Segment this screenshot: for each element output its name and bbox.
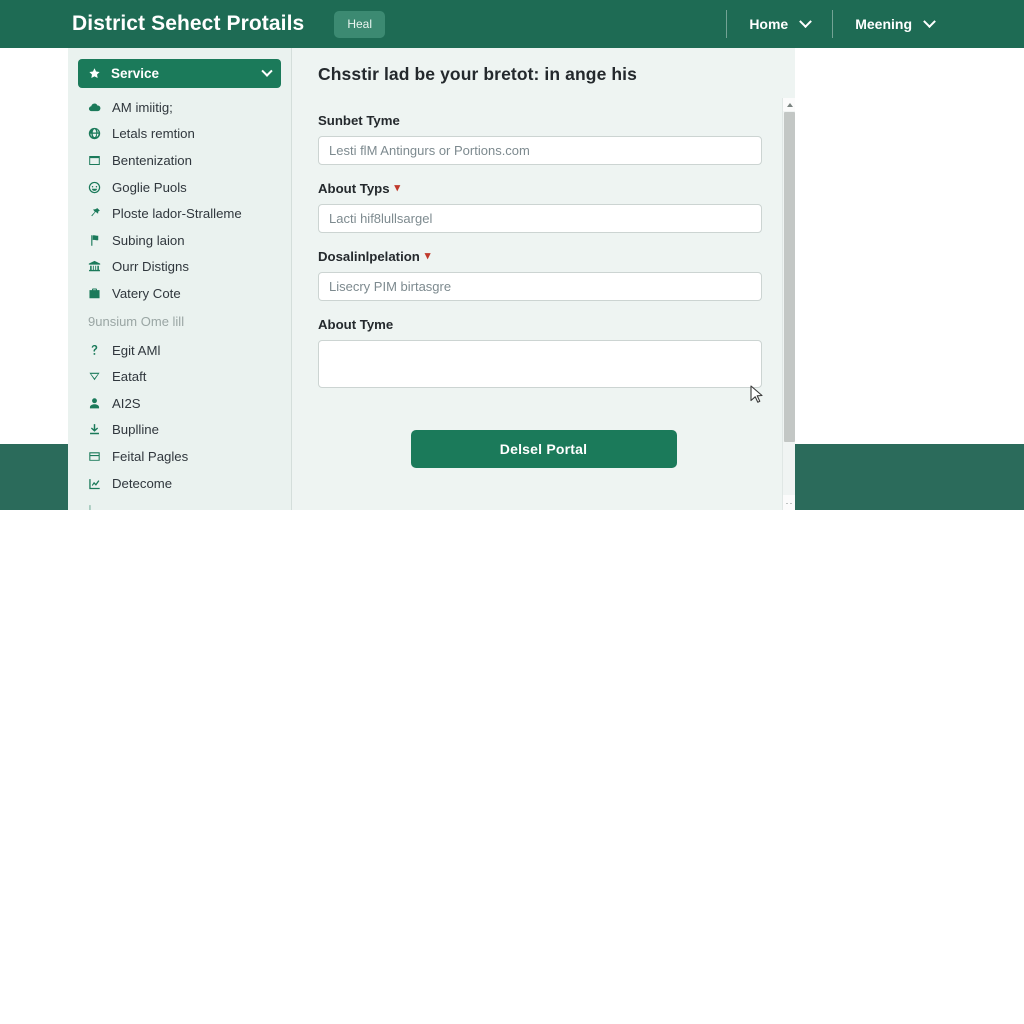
chevron-down-icon (261, 65, 273, 77)
dosalinlpelation-input[interactable]: Lisecry PIM birtasgre (318, 272, 762, 301)
sidebar-item-am-imiitig[interactable]: AM imiitig; (68, 94, 291, 121)
form-field-sunbet-tyme: Sunbet Tyme Lesti flM Antingurs or Porti… (318, 113, 769, 165)
sidebar-group-label: 9unsium Ome lill (88, 314, 185, 330)
field-label-text: About Typs (318, 181, 390, 196)
content-pane: Chsstir lad be your bretot: in ange his … (293, 48, 795, 510)
sidebar-item-label: AI2S (112, 395, 141, 411)
about-tyme-textarea[interactable] (318, 340, 762, 388)
nav-item-label: Meening (855, 16, 912, 32)
sidebar-item-goglie-puols[interactable]: Goglie Puols (68, 174, 291, 201)
nav-item-meening[interactable]: Meening (833, 14, 956, 32)
required-marker-icon: ▾ (424, 250, 431, 262)
sidebar-item-label: Vatery Cote (112, 285, 181, 301)
sidebar-item-subing-laion[interactable]: Subing laion (68, 227, 291, 254)
download-icon (88, 423, 101, 436)
field-label-text: Sunbet Tyme (318, 113, 400, 128)
sidebar-item-label: Goglie Puols (112, 179, 187, 195)
briefcase-icon (88, 287, 101, 300)
sidebar-item-label: Service (111, 66, 160, 81)
bank-icon (88, 260, 101, 273)
chart-icon (88, 477, 101, 490)
sidebar-item-eataft[interactable]: Eataft (68, 363, 291, 390)
globe-icon (88, 127, 101, 140)
flag-icon (88, 234, 101, 247)
sidebar-item-ai2s[interactable]: AI2S (68, 390, 291, 417)
sidebar-item-label: Detecome (112, 475, 173, 491)
tag-icon (88, 370, 101, 383)
content-heading: Chsstir lad be your bretot: in ange his (318, 64, 637, 84)
sidebar-item-vatery-cote[interactable]: Vatery Cote (68, 280, 291, 307)
sidebar-item-letals-remtion[interactable]: Letals remtion (68, 121, 291, 148)
sidebar-item-label: Buplline (112, 422, 159, 438)
sidebar-item-detecome[interactable]: Detecome (68, 470, 291, 497)
sidebar-item-label (112, 502, 116, 510)
scroll-up-button[interactable] (783, 98, 795, 111)
card-icon (88, 450, 101, 463)
sidebar: Service AM imiitig; Letals remtion Bente… (68, 48, 292, 510)
sidebar-item-label: Ploste lador-Stralleme (112, 206, 242, 222)
field-label: About Tyme (318, 317, 769, 332)
app-header: District Sehect Protails Heal Home Meeni… (0, 0, 1024, 48)
sidebar-item-ourr-distigns[interactable]: Ourr Distigns (68, 254, 291, 281)
submit-row: Delsel Portal (318, 430, 769, 468)
sidebar-item-bentenization[interactable]: Bentenization (68, 147, 291, 174)
status-badge: Heal (334, 10, 386, 38)
sidebar-item-partial[interactable] (68, 496, 291, 510)
nav-item-home[interactable]: Home (727, 14, 832, 32)
sidebar-item-ploste-lador-stralleme[interactable]: Ploste lador-Stralleme (68, 200, 291, 227)
sidebar-item-label: Ourr Distigns (112, 259, 189, 275)
app-card: Service AM imiitig; Letals remtion Bente… (68, 48, 795, 510)
field-label: About Typs ▾ (318, 181, 769, 196)
sunbet-tyme-input[interactable]: Lesti flM Antingurs or Portions.com (318, 136, 762, 165)
about-typs-input[interactable]: Lacti hif8lullsargel (318, 204, 762, 233)
input-placeholder: Lacti hif8lullsargel (329, 211, 433, 226)
sidebar-item-label: Bentenization (112, 152, 192, 168)
question-icon (88, 344, 101, 357)
sidebar-item-feital-pagles[interactable]: Feital Pagles (68, 443, 291, 470)
sidebar-item-label: Feital Pagles (112, 448, 189, 464)
field-label-text: About Tyme (318, 317, 394, 332)
submit-button[interactable]: Delsel Portal (410, 430, 677, 468)
form-field-about-tyme: About Tyme (318, 317, 769, 388)
required-marker-icon: ▾ (394, 182, 401, 194)
field-label-text: Dosalinlpelation (318, 249, 420, 264)
chart-icon (88, 503, 101, 510)
field-label: Sunbet Tyme (318, 113, 769, 128)
chevron-down-icon (799, 14, 813, 28)
chevron-down-icon (923, 14, 936, 28)
form-field-about-typs: About Typs ▾ Lacti hif8lullsargel (318, 181, 769, 233)
sidebar-item-label: Eataft (112, 369, 147, 385)
app-root: District Sehect Protails Heal Home Meeni… (0, 0, 1024, 1024)
content-scrollbar[interactable]: ·· (782, 98, 795, 510)
sidebar-item-label: Letals remtion (112, 126, 195, 142)
sidebar-item-service[interactable]: Service (78, 59, 281, 88)
sidebar-item-buplline[interactable]: Buplline (68, 417, 291, 444)
form-field-dosalinlpelation: Dosalinlpelation ▾ Lisecry PIM birtasgre (318, 249, 769, 301)
field-label: Dosalinlpelation ▾ (318, 249, 769, 264)
cloud-icon (88, 101, 101, 114)
sidebar-item-label: Subing laion (112, 232, 185, 248)
smiley-icon (88, 181, 101, 194)
sidebar-item-label: AM imiitig; (112, 99, 173, 115)
page-title: District Sehect Protails (72, 12, 305, 35)
input-placeholder: Lesti flM Antingurs or Portions.com (329, 143, 530, 158)
pin-icon (88, 207, 101, 220)
sidebar-item-label: Egit AMl (112, 342, 161, 358)
window-icon (88, 154, 101, 167)
nav-item-label: Home (749, 16, 789, 32)
star-icon (88, 67, 101, 80)
sidebar-item-egit-aml[interactable]: Egit AMl (68, 337, 291, 364)
input-placeholder: Lisecry PIM birtasgre (329, 279, 452, 294)
caret-up-icon (786, 102, 793, 107)
header-nav: Home Meening (726, 9, 956, 39)
user-icon (88, 397, 101, 410)
scrollbar-thumb[interactable] (784, 112, 795, 442)
scroll-down-button[interactable]: ·· (783, 495, 795, 510)
